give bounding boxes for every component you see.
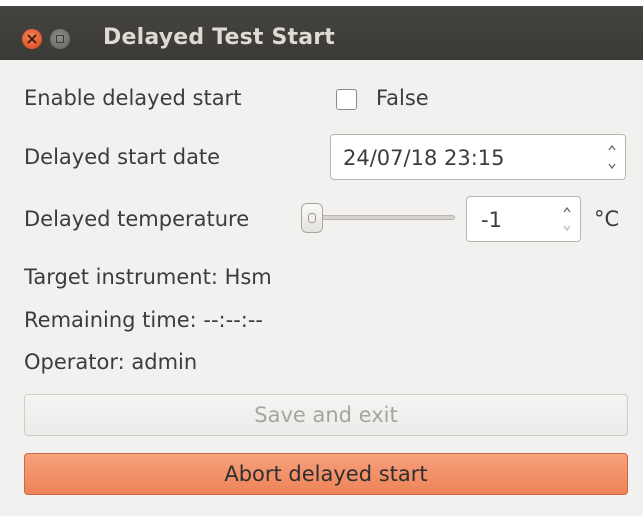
window-title: Delayed Test Start [103, 25, 336, 50]
slider-grip [308, 213, 316, 223]
enable-checkbox-value-label[interactable]: False [376, 86, 429, 110]
chevron-down-icon[interactable] [562, 224, 572, 232]
temperature-value[interactable]: -1 [481, 208, 502, 232]
chevron-down-icon[interactable] [607, 162, 617, 170]
delayed-test-start-window: Delayed Test Start Enable delayed start … [0, 0, 643, 516]
delayed-start-date-field[interactable]: 24/07/18 23:15 [330, 134, 626, 180]
target-instrument-label: Target instrument: Hsm [24, 265, 272, 289]
close-icon [27, 34, 37, 44]
abort-delayed-start-button[interactable]: Abort delayed start [24, 453, 628, 495]
date-spin-arrows[interactable] [599, 135, 625, 179]
chevron-up-icon[interactable] [562, 206, 572, 214]
delayed-start-date-label: Delayed start date [24, 145, 221, 169]
temperature-slider[interactable] [310, 215, 455, 220]
close-button[interactable] [22, 29, 42, 49]
temperature-spinbox[interactable]: -1 [466, 196, 581, 242]
temperature-unit-label: °C [594, 207, 620, 231]
titlebar: Delayed Test Start [0, 6, 643, 60]
enable-delayed-start-label: Enable delayed start [24, 86, 242, 110]
minimize-icon [56, 35, 64, 43]
minimize-button[interactable] [50, 29, 70, 49]
delayed-temperature-label: Delayed temperature [24, 207, 250, 231]
save-and-exit-button[interactable]: Save and exit [24, 394, 628, 436]
temperature-spin-arrows[interactable] [554, 197, 580, 241]
date-value[interactable]: 24/07/18 23:15 [343, 146, 505, 170]
operator-label: Operator: admin [24, 350, 198, 374]
chevron-up-icon[interactable] [607, 144, 617, 152]
enable-delayed-start-checkbox[interactable] [336, 89, 357, 110]
remaining-time-label: Remaining time: --:--:-- [24, 308, 263, 332]
slider-handle-icon[interactable] [301, 203, 323, 233]
